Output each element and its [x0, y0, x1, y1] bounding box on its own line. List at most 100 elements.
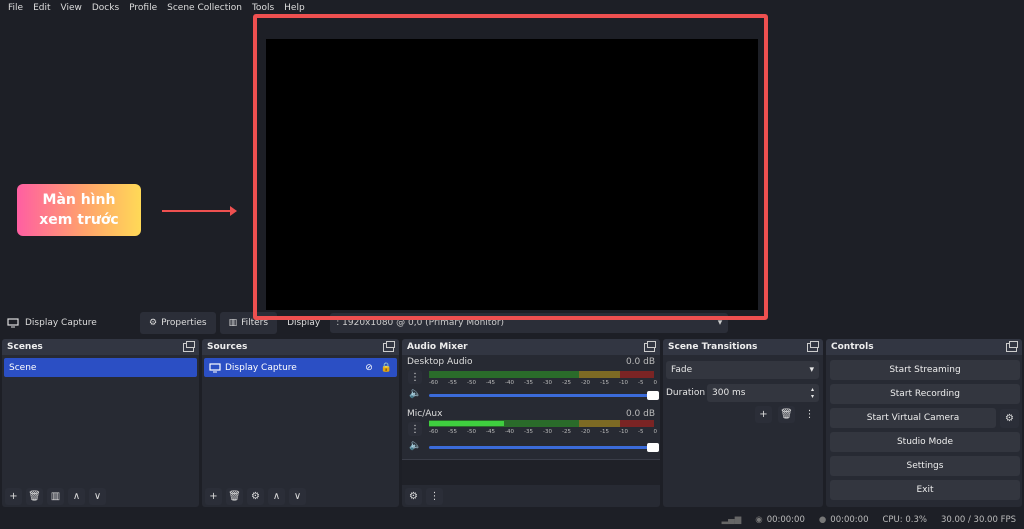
mixer-menu-button[interactable]: ⋮	[426, 487, 443, 505]
mixer-channel-desktop: Desktop Audio 0.0 dB ⋮ -60 -55 -50 -45 -40 -3…	[402, 355, 660, 407]
record-status: ● 00:00:00	[819, 515, 869, 525]
channel-db: 0.0 dB	[625, 409, 655, 419]
spin-arrows-icon: ▴ ▾	[810, 386, 814, 400]
remove-transition-button[interactable]: 🗑	[778, 406, 795, 423]
menu-tools[interactable]: Tools	[247, 0, 279, 17]
source-item[interactable]: Display Capture ⊘ 🔒	[204, 358, 397, 377]
visibility-hidden-icon[interactable]: ⊘	[365, 363, 373, 373]
lock-icon[interactable]: 🔒	[381, 363, 392, 373]
scenes-toolbar: + 🗑 ▥ ∧ ∨	[2, 485, 199, 507]
selected-source-name: Display Capture	[25, 318, 97, 328]
controls-title-bar: Controls	[826, 339, 1022, 355]
filters-icon: ▥	[228, 318, 238, 328]
scene-item-label: Scene	[9, 362, 37, 373]
mixer-title-bar: Audio Mixer	[402, 339, 660, 355]
speaker-icon[interactable]: 🔈	[409, 440, 421, 451]
menu-help[interactable]: Help	[279, 0, 310, 17]
menu-profile[interactable]: Profile	[124, 0, 162, 17]
start-virtual-camera-button[interactable]: Start Virtual Camera	[830, 408, 996, 428]
volume-slider[interactable]	[429, 443, 659, 452]
meter-tick-label: 0	[653, 429, 658, 435]
meter-tick-label: -50	[467, 380, 476, 386]
undock-icon[interactable]	[1006, 340, 1018, 352]
undock-icon[interactable]	[383, 340, 395, 352]
callout-line-2: xem trước	[39, 212, 119, 228]
cpu-usage: CPU: 0.3%	[882, 514, 927, 525]
settings-button[interactable]: Settings	[830, 456, 1020, 476]
meter-tick-label: 0	[653, 380, 658, 386]
virtual-camera-settings-button[interactable]: ⚙	[1000, 409, 1019, 428]
transition-select-value: Fade	[671, 365, 693, 375]
move-down-button[interactable]: ∨	[89, 487, 106, 505]
preview-canvas[interactable]	[266, 39, 758, 315]
display-select[interactable]: : 1920x1080 @ 0,0 (Primary Monitor) ▾	[330, 313, 729, 333]
meter-tick-label: -25	[562, 429, 571, 435]
controls-dock: Controls Start Streaming Start Recording…	[826, 339, 1022, 507]
scene-filters-button[interactable]: ▥	[47, 487, 64, 505]
remove-scene-button[interactable]: 🗑	[26, 487, 43, 505]
meter-tick-label: -25	[562, 380, 571, 386]
stream-icon: ◉	[755, 514, 763, 525]
start-streaming-button[interactable]: Start Streaming	[830, 360, 1020, 380]
meter-ticks: -60 -55 -50 -45 -40 -35 -30 -25 -20 -15 -10 -5 0	[429, 380, 657, 386]
mixer-channel-mic: Mic/Aux 0.0 dB ⋮ -60 -55 -50 -45 -40 -35 -30 -2…	[402, 407, 660, 459]
transition-select[interactable]: Fade ▾	[666, 361, 819, 379]
advanced-audio-button[interactable]: ⚙	[405, 487, 422, 505]
move-down-button[interactable]: ∨	[289, 487, 306, 505]
undock-icon[interactable]	[807, 340, 819, 352]
volume-meter	[429, 420, 654, 427]
transitions-title-bar: Scene Transitions	[663, 339, 823, 355]
source-properties-button[interactable]: ⚙	[247, 487, 264, 505]
channel-menu-button[interactable]: ⋮	[408, 370, 422, 384]
chevron-down-icon: ▾	[717, 318, 723, 328]
start-recording-button[interactable]: Start Recording	[830, 384, 1020, 404]
record-icon: ●	[818, 514, 827, 525]
remove-source-button[interactable]: 🗑	[226, 487, 243, 505]
move-up-button[interactable]: ∧	[68, 487, 85, 505]
menu-docks[interactable]: Docks	[87, 0, 124, 17]
channel-menu-button[interactable]: ⋮	[408, 422, 422, 436]
menu-edit[interactable]: Edit	[28, 0, 55, 17]
monitor-icon	[7, 318, 19, 328]
studio-mode-button[interactable]: Studio Mode	[830, 432, 1020, 452]
channel-name: Mic/Aux	[407, 409, 443, 419]
display-select-value: : 1920x1080 @ 0,0 (Primary Monitor)	[336, 318, 505, 328]
exit-button[interactable]: Exit	[830, 480, 1020, 500]
add-transition-button[interactable]: +	[755, 406, 772, 423]
gear-icon: ⚙	[149, 318, 158, 328]
meter-tick-label: -45	[486, 380, 495, 386]
volume-meter	[429, 371, 654, 378]
sources-title: Sources	[207, 342, 248, 352]
meter-tick-label: -60	[429, 380, 438, 386]
stream-time: 00:00:00	[766, 514, 805, 525]
menu-view[interactable]: View	[56, 0, 87, 17]
display-label: Display	[287, 318, 321, 328]
transition-menu-button[interactable]: ⋮	[801, 406, 818, 423]
add-source-button[interactable]: +	[205, 487, 222, 505]
meter-tick-label: -15	[600, 429, 609, 435]
properties-button[interactable]: ⚙ Properties	[140, 312, 216, 334]
menu-file[interactable]: File	[3, 0, 28, 17]
meter-tick-label: -60	[429, 429, 438, 435]
meter-tick-label: -45	[486, 429, 495, 435]
stream-status: ◉ 00:00:00	[755, 515, 805, 525]
controls-title: Controls	[831, 342, 874, 352]
sources-title-bar: Sources	[202, 339, 399, 355]
scenes-title: Scenes	[7, 342, 43, 352]
volume-slider[interactable]	[429, 391, 659, 400]
menu-scene-collection[interactable]: Scene Collection	[162, 0, 247, 17]
scenes-title-bar: Scenes	[2, 339, 199, 355]
undock-icon[interactable]	[644, 340, 656, 352]
scene-item[interactable]: Scene	[4, 358, 197, 377]
move-up-button[interactable]: ∧	[268, 487, 285, 505]
speaker-icon[interactable]: 🔈	[409, 388, 421, 399]
callout-label: Màn hình xem trước	[17, 184, 141, 236]
add-scene-button[interactable]: +	[5, 487, 22, 505]
sources-dock: Sources Display Capture ⊘ 🔒 + 🗑 ⚙ ∧ ∨	[202, 339, 399, 507]
duration-spinbox[interactable]: 300 ms ▴ ▾	[707, 384, 819, 402]
filters-button[interactable]: ▥ Filters	[219, 312, 278, 334]
meter-tick-label: -40	[505, 429, 514, 435]
scenes-dock: Scenes Scene + 🗑 ▥ ∧ ∨	[2, 339, 199, 507]
meter-tick-label: -20	[581, 429, 590, 435]
undock-icon[interactable]	[183, 340, 195, 352]
